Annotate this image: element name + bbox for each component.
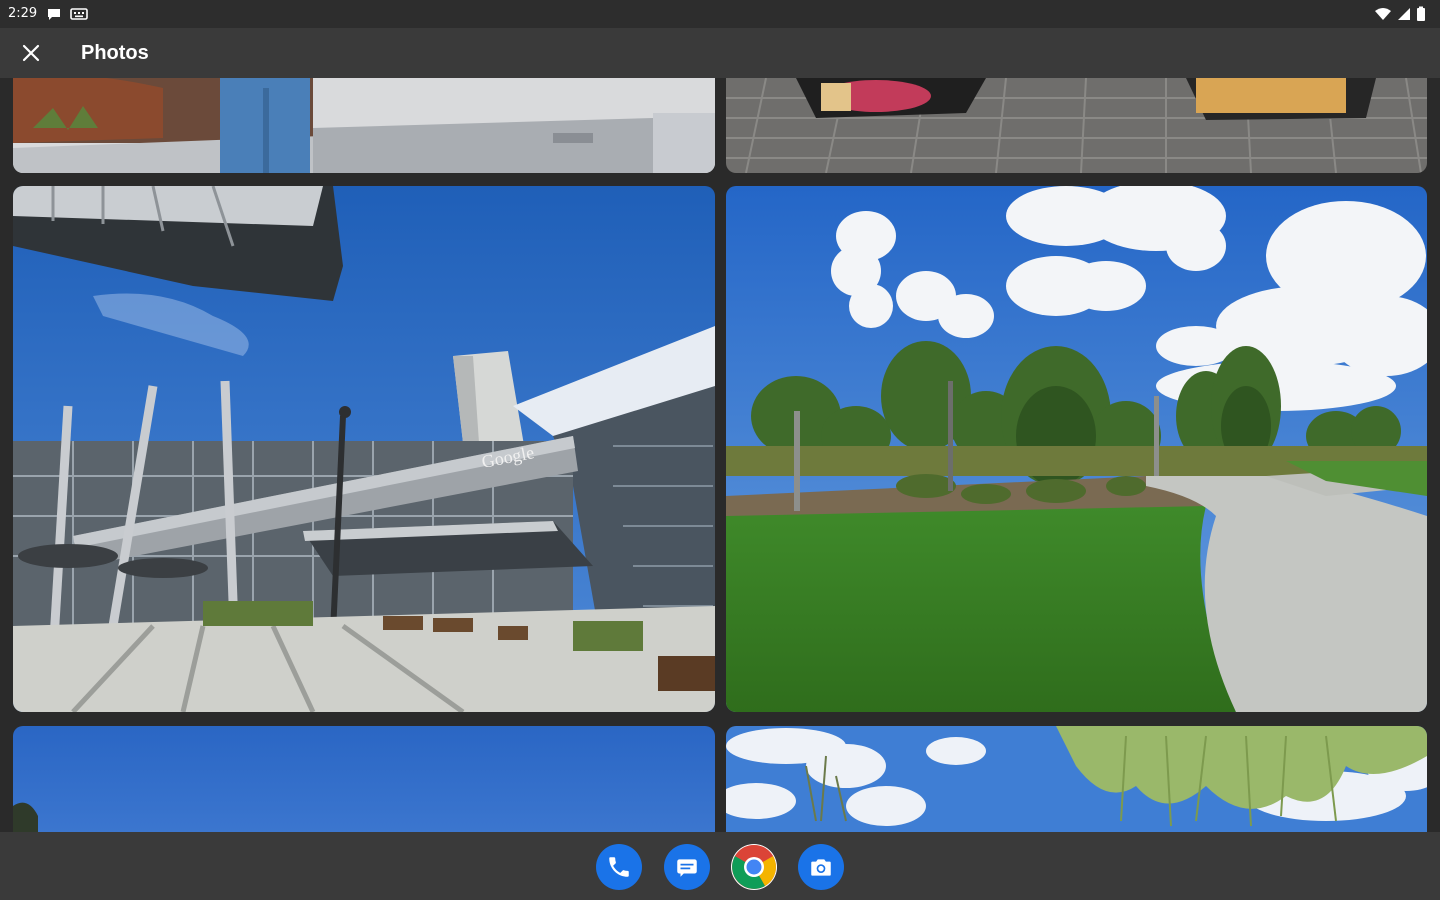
photo-park-lawn-path[interactable] — [726, 186, 1427, 712]
photo-google-building[interactable]: Google — [13, 186, 715, 712]
messages-icon — [677, 859, 697, 877]
photo-sky-willow[interactable] — [726, 726, 1427, 832]
signal-icon — [1398, 8, 1410, 20]
status-left-icons — [46, 6, 88, 22]
photo-person-jeans[interactable] — [13, 78, 715, 173]
wifi-icon — [1375, 8, 1391, 20]
photo-grid: Google — [0, 78, 1440, 832]
chrome-icon — [732, 845, 776, 889]
phone-icon — [609, 857, 629, 877]
keyboard-icon — [70, 8, 88, 20]
photo-brick-sidewalk[interactable] — [726, 78, 1427, 173]
status-right-icons — [1374, 6, 1426, 22]
camera-app[interactable] — [798, 844, 844, 890]
messages-app[interactable] — [664, 844, 710, 890]
page-title: Photos — [81, 42, 149, 64]
close-button[interactable] — [14, 36, 48, 70]
close-icon — [22, 44, 40, 62]
status-time: 2:29 — [8, 6, 38, 21]
status-bar: 2:29 — [0, 0, 1440, 28]
camera-icon — [811, 859, 831, 876]
chat-bubble-icon — [48, 9, 60, 20]
battery-icon — [1417, 6, 1425, 21]
dock — [0, 832, 1440, 900]
phone-app[interactable] — [596, 844, 642, 890]
photo-blue-sky[interactable] — [13, 726, 715, 832]
app-bar: Photos — [0, 28, 1440, 78]
chrome-app[interactable] — [731, 844, 777, 890]
